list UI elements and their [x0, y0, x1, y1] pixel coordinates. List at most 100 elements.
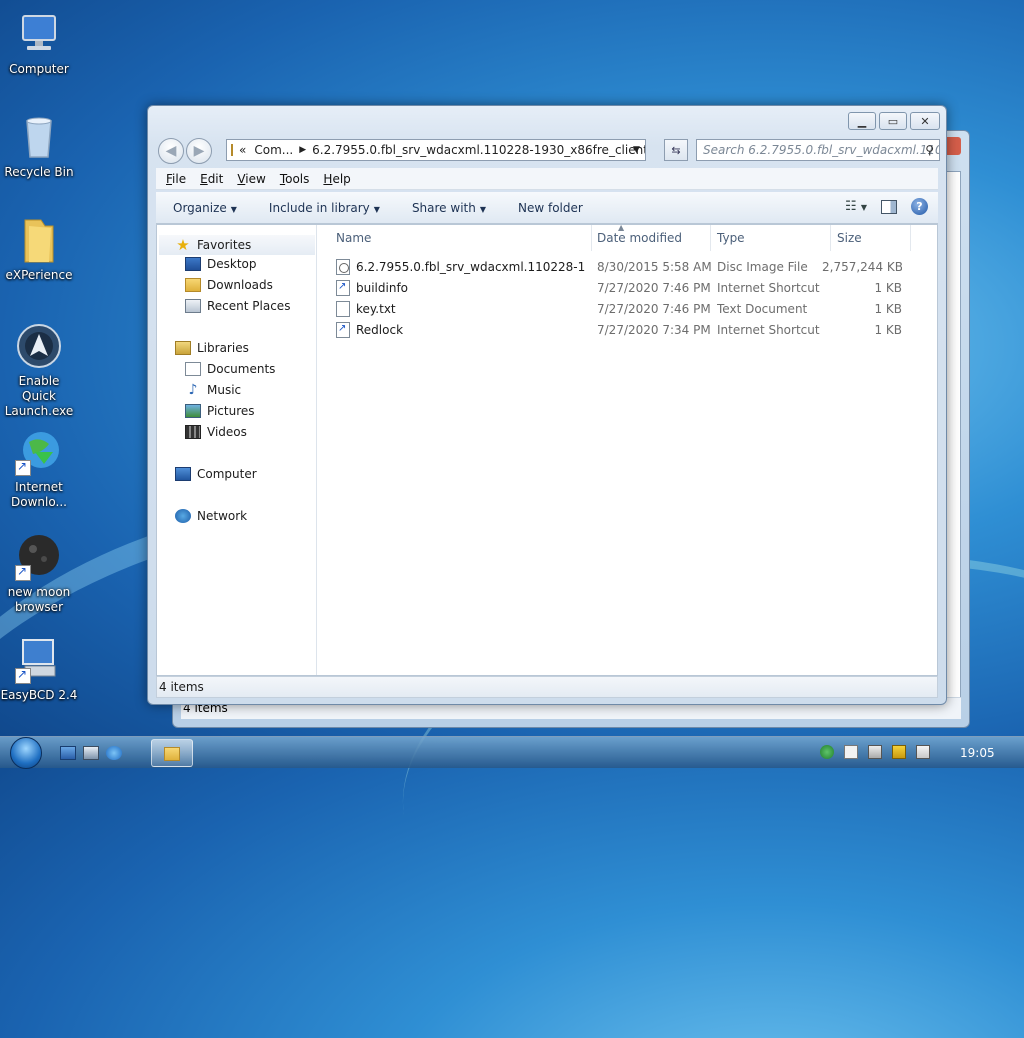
- address-overflow[interactable]: «: [239, 143, 246, 157]
- nav-favorites[interactable]: ★ Favorites: [159, 235, 315, 255]
- change-view-icon[interactable]: ☷ ▼: [845, 199, 867, 214]
- desktop-icon-easybcd[interactable]: EasyBCD 2.4: [0, 636, 78, 703]
- menu-help[interactable]: Help: [323, 172, 350, 186]
- refresh-icon: ⇆: [671, 143, 681, 157]
- preview-pane-icon[interactable]: [881, 199, 897, 214]
- search-input[interactable]: Search 6.2.7955.0.fbl_srv_wdacxml.110...…: [696, 139, 940, 161]
- chevron-down-icon: ▼: [230, 204, 237, 214]
- file-date: 7/27/2020 7:46 PM: [597, 302, 711, 316]
- menu-tools[interactable]: Tools: [280, 172, 310, 186]
- navigation-pane[interactable]: ★ Favorites Desktop Downloads Recent Pla…: [157, 225, 317, 675]
- internet-download-icon: [15, 428, 63, 476]
- command-label: Organize: [173, 200, 227, 215]
- nav-label: Downloads: [207, 278, 273, 292]
- nav-label: Network: [197, 509, 248, 523]
- desktop-icon-recycle-bin[interactable]: Recycle Bin: [0, 113, 78, 180]
- switch-windows-icon[interactable]: [83, 746, 99, 760]
- start-button[interactable]: [6, 737, 46, 769]
- menu-file[interactable]: File: [166, 172, 186, 186]
- nav-recent-places[interactable]: Recent Places: [185, 299, 290, 313]
- nav-network[interactable]: Network: [175, 509, 247, 523]
- help-icon[interactable]: ?: [911, 198, 928, 215]
- column-header-name[interactable]: Name: [330, 225, 592, 251]
- explorer-window[interactable]: ▁ ▭ ✕ ◀ ▶ « Com... ▶ 6.2.7955.0.fbl_srv_…: [147, 105, 947, 705]
- file-row[interactable]: Redlock 7/27/2020 7:34 PM Internet Short…: [332, 320, 902, 340]
- nav-pictures[interactable]: Pictures: [185, 404, 255, 418]
- network-tray-icon[interactable]: [892, 745, 906, 759]
- file-type: Internet Shortcut: [717, 323, 820, 337]
- nav-downloads[interactable]: Downloads: [185, 278, 273, 292]
- back-button[interactable]: ◀: [158, 138, 184, 164]
- pictures-icon: [185, 404, 201, 418]
- desktop-icon-label: EasyBCD 2.4: [0, 688, 78, 702]
- menu-view[interactable]: View: [237, 172, 265, 186]
- back-arrow-icon: ◀: [165, 143, 177, 159]
- desktop-icon: [185, 257, 201, 271]
- breadcrumb-separator-icon: ▶: [299, 145, 307, 155]
- computer-icon: [15, 10, 63, 58]
- breadcrumb-computer[interactable]: Com...: [254, 143, 293, 157]
- internet-explorer-icon[interactable]: [106, 746, 122, 760]
- desktop-icon-label: new moon browser: [7, 585, 71, 614]
- chevron-down-icon: ▼: [479, 204, 486, 214]
- nav-documents[interactable]: Documents: [185, 362, 275, 376]
- clock[interactable]: 19:05: [960, 746, 995, 760]
- minimize-button[interactable]: ▁: [848, 112, 876, 130]
- breadcrumb-current-folder[interactable]: 6.2.7955.0.fbl_srv_wdacxml.110228-1930_x…: [312, 143, 645, 157]
- nav-label: Computer: [197, 467, 257, 481]
- column-header-date-modified[interactable]: Date modified: [591, 225, 711, 251]
- show-desktop-icon[interactable]: [60, 746, 76, 760]
- nav-computer[interactable]: Computer: [175, 467, 257, 481]
- search-placeholder: Search 6.2.7955.0.fbl_srv_wdacxml.110...: [703, 143, 940, 157]
- include-in-library-button[interactable]: Include in library ▼: [252, 201, 395, 215]
- forward-arrow-icon: ▶: [193, 143, 205, 159]
- share-with-button[interactable]: Share with ▼: [395, 201, 501, 215]
- new-folder-button[interactable]: New folder: [501, 201, 598, 215]
- desktop-icon-experience[interactable]: eXPerience: [0, 216, 78, 283]
- desktop-icon-enable-quick-launch[interactable]: Enable Quick Launch.exe: [0, 322, 78, 419]
- maximize-button[interactable]: ▭: [879, 112, 907, 130]
- desktop-icon-internet-download[interactable]: Internet Downlo...: [0, 428, 78, 510]
- nav-desktop[interactable]: Desktop: [185, 257, 257, 271]
- desktop-icon-label: eXPerience: [5, 268, 73, 282]
- desktop-icon-computer[interactable]: Computer: [0, 10, 78, 77]
- file-name: buildinfo: [356, 281, 409, 295]
- nav-music[interactable]: ♪ Music: [185, 382, 242, 398]
- file-type: Internet Shortcut: [717, 281, 820, 295]
- download-manager-tray-icon[interactable]: [820, 745, 834, 759]
- nav-libraries[interactable]: Libraries: [175, 341, 249, 355]
- refresh-button[interactable]: ⇆: [664, 139, 688, 161]
- taskbar: 19:05: [0, 736, 1024, 769]
- organize-button[interactable]: Organize ▼: [156, 201, 252, 215]
- search-icon[interactable]: ⚲: [925, 143, 934, 157]
- taskbar-explorer-button[interactable]: [151, 739, 193, 767]
- address-bar[interactable]: « Com... ▶ 6.2.7955.0.fbl_srv_wdacxml.11…: [226, 139, 646, 161]
- file-row[interactable]: key.txt 7/27/2020 7:46 PM Text Document …: [332, 299, 902, 319]
- desktop-icon-label: Internet Downlo...: [11, 480, 67, 509]
- file-row[interactable]: buildinfo 7/27/2020 7:46 PM Internet Sho…: [332, 278, 902, 298]
- file-size: 2,757,244 KB: [822, 260, 902, 274]
- desktop-icon-new-moon-browser[interactable]: new moon browser: [0, 533, 78, 615]
- maximize-icon: ▭: [887, 114, 899, 128]
- action-center-icon[interactable]: [868, 745, 882, 759]
- nav-videos[interactable]: Videos: [185, 425, 247, 439]
- column-header-type[interactable]: Type: [711, 225, 831, 251]
- document-tray-icon[interactable]: [844, 745, 858, 759]
- music-icon: ♪: [188, 382, 198, 398]
- file-size: 1 KB: [874, 281, 902, 295]
- volume-muted-icon[interactable]: [916, 745, 930, 759]
- new-moon-browser-icon: [15, 533, 63, 581]
- disc-image-icon: [336, 259, 350, 275]
- column-header-size[interactable]: Size: [831, 225, 911, 251]
- chevron-down-icon[interactable]: ▼: [633, 145, 640, 155]
- close-button[interactable]: ✕: [910, 112, 940, 130]
- forward-button[interactable]: ▶: [186, 138, 212, 164]
- menu-bar: File Edit View Tools Help: [156, 168, 938, 190]
- menu-edit[interactable]: Edit: [200, 172, 223, 186]
- minimize-icon: ▁: [857, 114, 867, 128]
- file-list[interactable]: ▲ Name Date modified Type Size 6.2.7955.…: [318, 223, 937, 675]
- shortcut-arrow-icon: [15, 667, 31, 684]
- file-row[interactable]: 6.2.7955.0.fbl_srv_wdacxml.110228-1930_.…: [332, 257, 902, 277]
- shortcut-arrow-icon: [15, 459, 31, 476]
- desktop-icon-label: Enable Quick Launch.exe: [4, 374, 74, 418]
